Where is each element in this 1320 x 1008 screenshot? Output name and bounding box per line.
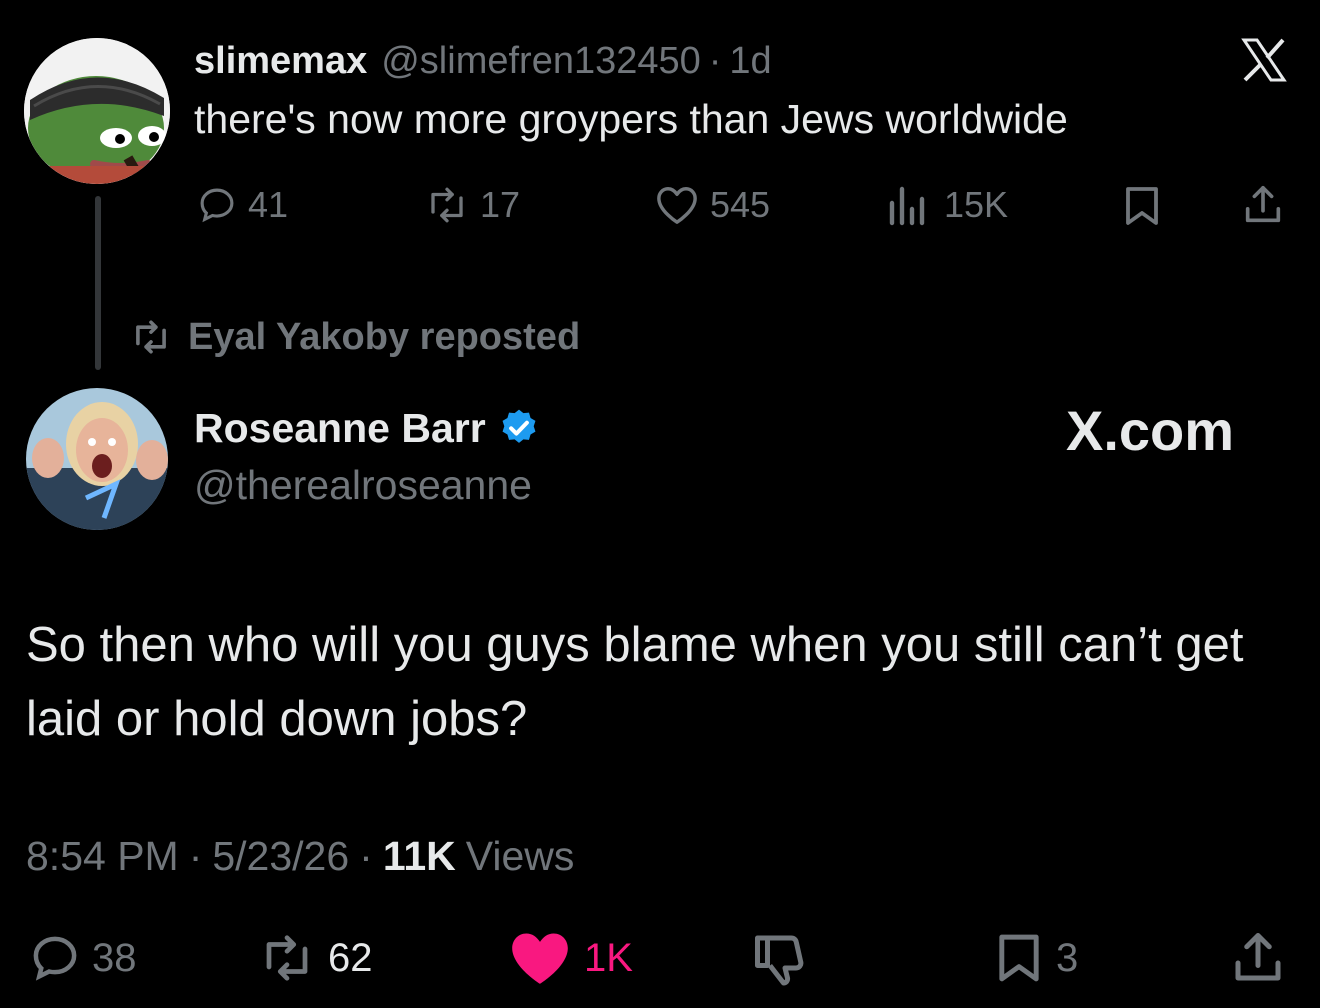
main-reply-count: 38 [92, 935, 137, 980]
main-date[interactable]: 5/23/26 [212, 833, 349, 880]
parent-author-handle[interactable]: @slimefren132450 [381, 40, 701, 83]
bookmark-icon [992, 930, 1046, 986]
heart-filled-icon [506, 928, 574, 988]
share-icon [1228, 928, 1288, 988]
main-repost-count: 62 [328, 935, 373, 980]
main-downvote-button[interactable] [750, 928, 810, 988]
parent-separator: · [708, 39, 722, 82]
parent-repost-button[interactable]: 17 [424, 180, 520, 230]
meta-separator: · [188, 832, 203, 879]
parent-timestamp[interactable]: 1d [729, 40, 771, 83]
parent-views-count: 15K [944, 184, 1009, 225]
main-views-label: Views [465, 832, 575, 879]
parent-reply-count: 41 [248, 184, 289, 225]
repost-icon [424, 184, 470, 226]
parent-like-button[interactable]: 545 [654, 180, 770, 230]
main-reply-button[interactable]: 38 [28, 930, 137, 986]
main-time[interactable]: 8:54 PM [26, 833, 179, 880]
main-tweet-meta: 8:54 PM · 5/23/26 · 11K Views [26, 830, 574, 882]
parent-reply-button[interactable]: 41 [196, 180, 288, 230]
parent-like-count: 545 [710, 184, 771, 225]
main-bookmark-count: 3 [1056, 935, 1079, 980]
bookmark-icon [1120, 184, 1164, 228]
repost-banner[interactable]: Eyal Yakoby reposted [128, 312, 580, 362]
main-bookmark-button[interactable]: 3 [992, 930, 1078, 986]
parent-author-name[interactable]: slimemax [194, 40, 367, 83]
repost-banner-text: Eyal Yakoby reposted [188, 315, 581, 358]
main-avatar[interactable] [26, 388, 168, 530]
x-logo-icon[interactable] [1240, 36, 1288, 84]
thumbs-down-icon [750, 928, 810, 988]
thread-connector-line [95, 196, 101, 370]
main-like-count: 1K [584, 935, 633, 980]
main-like-button[interactable]: 1K [506, 930, 633, 986]
main-author-name[interactable]: Roseanne Barr [194, 405, 486, 452]
x-com-brand[interactable]: X.com [1066, 398, 1234, 463]
parent-bookmark-button[interactable] [1120, 184, 1164, 228]
parent-avatar[interactable] [24, 38, 170, 184]
parent-share-button[interactable] [1240, 182, 1286, 228]
share-icon [1240, 182, 1286, 228]
reply-icon [196, 184, 238, 226]
parent-header: slimemax @slimefren132450 · 1d [194, 36, 772, 86]
main-tweet-text: So then who will you guys blame when you… [26, 618, 1244, 746]
main-author-handle[interactable]: @therealroseanne [194, 462, 532, 509]
main-share-button[interactable] [1228, 928, 1288, 988]
main-repost-button[interactable]: 62 [256, 930, 373, 986]
meta-separator: · [359, 832, 373, 879]
views-icon [886, 183, 934, 227]
main-views-count[interactable]: 11K [383, 833, 456, 880]
repost-banner-icon [128, 319, 174, 355]
repost-icon [256, 931, 318, 985]
parent-views-button[interactable]: 15K [886, 180, 1008, 230]
verified-badge-icon[interactable] [498, 407, 540, 449]
heart-icon [654, 184, 700, 226]
parent-tweet-text: there's now more groypers than Jews worl… [194, 96, 1068, 142]
reply-icon [28, 931, 82, 985]
parent-repost-count: 17 [480, 184, 521, 225]
main-author-row: Roseanne Barr [194, 402, 540, 454]
